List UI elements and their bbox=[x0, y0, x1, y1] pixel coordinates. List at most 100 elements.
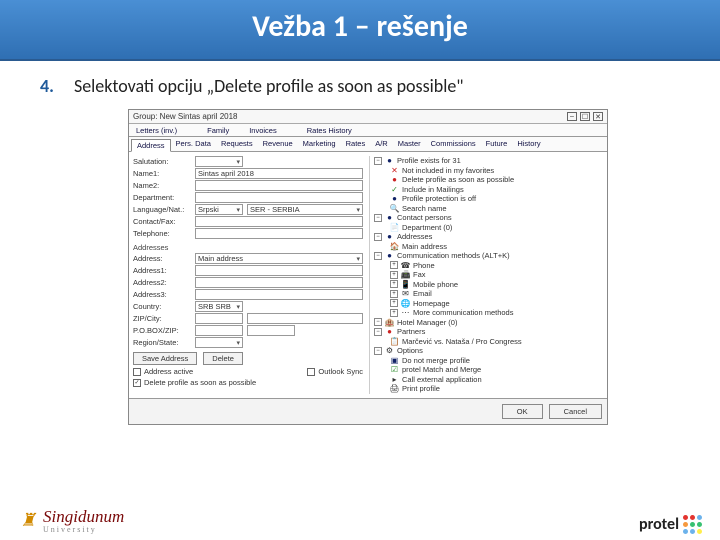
tree-item[interactable]: 📄Department (0) bbox=[374, 223, 603, 233]
label: P.O.BOX/ZIP: bbox=[133, 326, 195, 335]
toggle-icon[interactable]: + bbox=[390, 280, 398, 288]
toggle-icon[interactable]: + bbox=[390, 309, 398, 317]
tree-item[interactable]: ●Profile protection is off bbox=[374, 194, 603, 204]
tree-item[interactable]: +✉Email bbox=[374, 289, 603, 299]
tab-address[interactable]: Address bbox=[131, 139, 171, 152]
tab[interactable] bbox=[282, 125, 292, 136]
tab-revenue[interactable]: Revenue bbox=[258, 138, 298, 151]
contact-input[interactable] bbox=[195, 216, 363, 227]
country-select[interactable]: SRB SRB bbox=[195, 301, 243, 312]
delete-profile-checkbox[interactable]: ✓ bbox=[133, 379, 141, 387]
toggle-icon[interactable]: + bbox=[390, 299, 398, 307]
tab[interactable] bbox=[192, 125, 202, 136]
tab[interactable] bbox=[182, 125, 192, 136]
tree-item[interactable]: −●Partners bbox=[374, 327, 603, 337]
tree-item[interactable]: ☑protel Match and Merge bbox=[374, 365, 603, 375]
tree-icon: ● bbox=[390, 194, 399, 203]
tab-master[interactable]: Master bbox=[393, 138, 426, 151]
tree-item[interactable]: −🏨Hotel Manager (0) bbox=[374, 318, 603, 328]
tree-icon: ✕ bbox=[390, 166, 399, 175]
delete-address-button[interactable]: Delete bbox=[203, 352, 243, 365]
tree-item[interactable]: ●Delete profile as soon as possible bbox=[374, 175, 603, 185]
name1-input[interactable]: Sintas april 2018 bbox=[195, 168, 363, 179]
toggle-icon[interactable]: + bbox=[390, 271, 398, 279]
toggle-icon[interactable]: + bbox=[390, 261, 398, 269]
toggle-icon[interactable]: − bbox=[374, 157, 382, 165]
tab-rates[interactable]: Rates bbox=[341, 138, 371, 151]
tree-item[interactable]: −●Addresses bbox=[374, 232, 603, 242]
maximize-button[interactable]: ☐ bbox=[580, 112, 590, 121]
salutation-select[interactable] bbox=[195, 156, 243, 167]
tree-item[interactable]: 🔍Search name bbox=[374, 204, 603, 214]
toggle-icon[interactable]: − bbox=[374, 328, 382, 336]
tree-label: Marčević vs. Nataša / Pro Congress bbox=[402, 337, 522, 346]
tab-pers-data[interactable]: Pers. Data bbox=[171, 138, 216, 151]
telephone-input[interactable] bbox=[195, 228, 363, 239]
tree-item[interactable]: +☎Phone bbox=[374, 261, 603, 271]
outlook-sync-checkbox[interactable] bbox=[307, 368, 315, 376]
department-input[interactable] bbox=[195, 192, 363, 203]
address3-input[interactable] bbox=[195, 289, 363, 300]
label: Address2: bbox=[133, 278, 195, 287]
tab[interactable] bbox=[292, 125, 302, 136]
tab-history[interactable]: History bbox=[512, 138, 545, 151]
toggle-icon[interactable]: − bbox=[374, 214, 382, 222]
toggle-icon[interactable]: − bbox=[374, 347, 382, 355]
tree-item[interactable]: 🏠Main address bbox=[374, 242, 603, 252]
tree-item[interactable]: −⚙Options bbox=[374, 346, 603, 356]
tab[interactable]: Rates History bbox=[302, 125, 357, 136]
address-select[interactable]: Main address bbox=[195, 253, 363, 264]
pobox-input[interactable] bbox=[195, 325, 243, 336]
tree-icon: ● bbox=[385, 327, 394, 336]
save-address-button[interactable]: Save Address bbox=[133, 352, 197, 365]
address-active-checkbox[interactable] bbox=[133, 368, 141, 376]
tab-marketing[interactable]: Marketing bbox=[298, 138, 341, 151]
cancel-button[interactable]: Cancel bbox=[549, 404, 602, 419]
tree-item[interactable]: +🌐Homepage bbox=[374, 299, 603, 309]
pobox-zip-input[interactable] bbox=[247, 325, 295, 336]
tree-item[interactable]: −●Contact persons bbox=[374, 213, 603, 223]
tab[interactable] bbox=[234, 125, 244, 136]
tree-item[interactable]: +📠Fax bbox=[374, 270, 603, 280]
tree-item[interactable]: −●Communication methods (ALT+K) bbox=[374, 251, 603, 261]
tree-item[interactable]: +⋯More communication methods bbox=[374, 308, 603, 318]
tab-a-r[interactable]: A/R bbox=[370, 138, 393, 151]
tree-item[interactable]: ✓Include in Mailings bbox=[374, 185, 603, 195]
name2-input[interactable] bbox=[195, 180, 363, 191]
tab[interactable]: Letters (inv.) bbox=[131, 125, 182, 136]
nationality-select[interactable]: SER - SERBIA bbox=[247, 204, 363, 215]
tree-icon: ● bbox=[385, 232, 394, 241]
tab-commissions[interactable]: Commissions bbox=[426, 138, 481, 151]
toggle-icon[interactable]: − bbox=[374, 318, 382, 326]
toggle-icon[interactable]: + bbox=[390, 290, 398, 298]
label: Contact/Fax: bbox=[133, 217, 195, 226]
tab[interactable]: Family bbox=[202, 125, 234, 136]
city-input[interactable] bbox=[247, 313, 363, 324]
toggle-icon[interactable]: − bbox=[374, 233, 382, 241]
tree-item[interactable]: ▣Do not merge profile bbox=[374, 356, 603, 366]
label: Salutation: bbox=[133, 157, 195, 166]
language-select[interactable]: Srpski bbox=[195, 204, 243, 215]
dialog-window: Group: New Sintas april 2018 ‒ ☐ ✕ Lette… bbox=[128, 109, 608, 425]
tree-item[interactable]: 📋Marčević vs. Nataša / Pro Congress bbox=[374, 337, 603, 347]
tree-item[interactable]: ▸Call external application bbox=[374, 375, 603, 385]
label: Address1: bbox=[133, 266, 195, 275]
label: Address: bbox=[133, 254, 195, 263]
label: Address active bbox=[144, 367, 193, 376]
close-button[interactable]: ✕ bbox=[593, 112, 603, 121]
tab-requests[interactable]: Requests bbox=[216, 138, 258, 151]
minimize-button[interactable]: ‒ bbox=[567, 112, 577, 121]
region-select[interactable] bbox=[195, 337, 243, 348]
label: Name1: bbox=[133, 169, 195, 178]
tree-item[interactable]: +📱Mobile phone bbox=[374, 280, 603, 290]
tab-future[interactable]: Future bbox=[481, 138, 513, 151]
address1-input[interactable] bbox=[195, 265, 363, 276]
tree-item[interactable]: ✕Not included in my favorites bbox=[374, 166, 603, 176]
toggle-icon[interactable]: − bbox=[374, 252, 382, 260]
tab[interactable]: Invoices bbox=[244, 125, 282, 136]
tree-item[interactable]: 🖨Print profile bbox=[374, 384, 603, 394]
address2-input[interactable] bbox=[195, 277, 363, 288]
ok-button[interactable]: OK bbox=[502, 404, 543, 419]
tree-item[interactable]: −●Profile exists for 31 bbox=[374, 156, 603, 166]
zip-input[interactable] bbox=[195, 313, 243, 324]
